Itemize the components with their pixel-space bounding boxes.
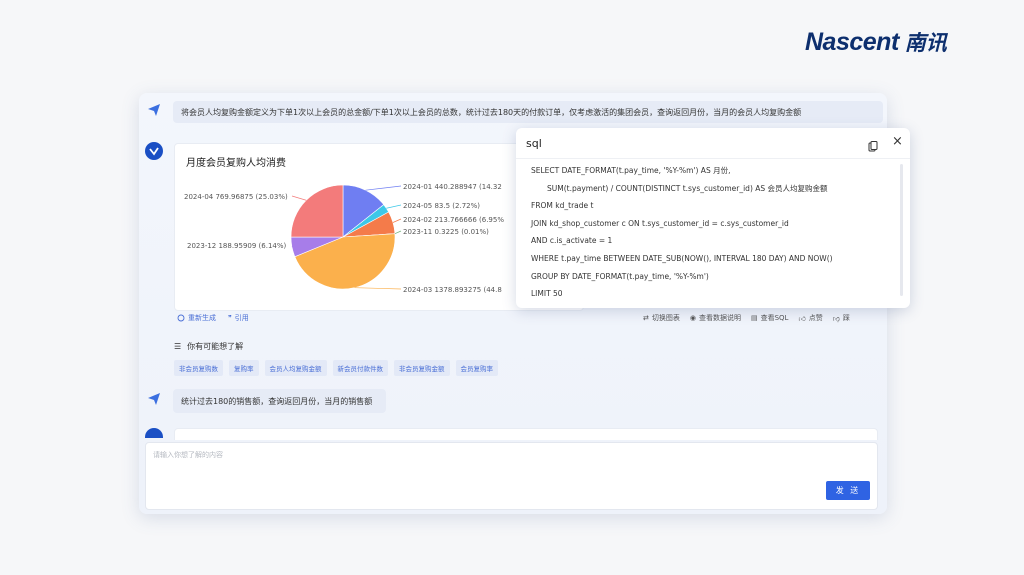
- brand-name-cn: 南讯: [904, 31, 947, 55]
- sql-line: AND c.is_activate = 1: [531, 236, 613, 246]
- refresh-icon: [177, 314, 185, 322]
- sql-line: SUM(t.payment) / COUNT(DISTINCT t.sys_cu…: [547, 183, 828, 193]
- suggestion-chip[interactable]: 新会员付款件数: [332, 360, 388, 376]
- dislike-label: 踩: [842, 314, 850, 322]
- eye-icon: ◉: [689, 314, 696, 322]
- sql-line: JOIN kd_shop_customer c ON t.sys_custome…: [531, 218, 789, 228]
- pie-label: 2023-11 0.3225 (0.01%): [403, 228, 489, 236]
- regenerate-label: 重新生成: [188, 314, 216, 322]
- pie-label: 2024-02 213.766666 (6.95%: [403, 216, 504, 224]
- pie-slice-2024-04[interactable]: [290, 184, 344, 238]
- close-icon[interactable]: ×: [892, 134, 903, 149]
- sql-divider: [516, 158, 910, 159]
- bot-avatar-icon: [145, 142, 163, 160]
- pie-label: 2024-05 83.5 (2.72%): [403, 202, 480, 210]
- thumbs-down-icon: 👎︎: [832, 314, 840, 323]
- switch-chart-label: 切换图表: [651, 314, 680, 322]
- suggestion-chip[interactable]: 复购率: [229, 360, 259, 376]
- send-button[interactable]: 发 送: [826, 481, 870, 500]
- pie-label: 2024-01 440.288947 (14.32: [403, 183, 502, 191]
- regenerate-button[interactable]: 重新生成: [177, 313, 216, 323]
- sql-panel-title: sql: [526, 137, 542, 150]
- sql-scrollbar[interactable]: [900, 164, 903, 296]
- switch-icon: ⇄: [643, 314, 649, 322]
- pie-label-leader: [291, 195, 307, 201]
- pie-label-leader: [394, 230, 402, 235]
- brand-logo: Nascent 南讯: [805, 28, 947, 56]
- sql-line: WHERE t.pay_time BETWEEN DATE_SUB(NOW(),…: [531, 253, 833, 263]
- chat-input-box: 发 送: [145, 442, 878, 510]
- pie-label: 2024-03 1378.893275 (44.8: [403, 286, 502, 294]
- pie-label-leader: [365, 185, 402, 191]
- suggestion-chips: 非会员复购数 复购率 会员人均复购金额 新会员付款件数 非会员复购金额 会员复购…: [174, 360, 498, 376]
- chat-input[interactable]: [153, 450, 813, 470]
- next-response-card: [174, 428, 878, 440]
- list-icon: ☰: [174, 342, 182, 351]
- sql-icon: ▤: [750, 314, 758, 322]
- copy-icon[interactable]: [868, 137, 878, 156]
- quote-icon: ❞: [228, 314, 232, 322]
- message-actions-right: ⇄ 切换图表 ◉ 查看数据说明 ▤ 查看SQL 👍︎ 点赞 👎︎ 踩: [643, 313, 850, 323]
- sql-line: FROM kd_trade t: [531, 201, 594, 211]
- sql-line: LIMIT 50: [531, 289, 563, 299]
- user-send-icon: [145, 390, 163, 408]
- suggestion-chip[interactable]: 会员复购率: [455, 360, 498, 376]
- suggestions-header: ☰ 你有可能想了解: [174, 341, 243, 352]
- user-message-2: 统计过去180的销售额，查询返回月份，当月的销售额: [173, 389, 386, 413]
- switch-chart-button[interactable]: ⇄ 切换图表: [643, 313, 680, 323]
- message-actions-left: 重新生成 ❞ 引用: [177, 313, 249, 323]
- view-sql-label: 查看SQL: [760, 314, 789, 322]
- brand-name: Nascent: [805, 27, 899, 56]
- pie-label: 2024-04 769.96875 (25.03%): [184, 193, 288, 201]
- dislike-button[interactable]: 👎︎ 踩: [833, 313, 850, 323]
- suggestions-title: 你有可能想了解: [187, 342, 244, 351]
- sql-line: SELECT DATE_FORMAT(t.pay_time, '%Y-%m') …: [531, 166, 731, 175]
- sql-code: SELECT DATE_FORMAT(t.pay_time, '%Y-%m') …: [531, 162, 899, 303]
- quote-label: 引用: [234, 314, 249, 322]
- suggestion-chip[interactable]: 会员人均复购金额: [264, 360, 327, 376]
- pie-label-leader: [354, 287, 402, 290]
- like-label: 点赞: [808, 314, 823, 322]
- suggestion-chip[interactable]: 非会员复购数: [174, 360, 223, 376]
- suggestion-chip[interactable]: 非会员复购金额: [394, 360, 450, 376]
- view-data-desc-label: 查看数据说明: [698, 314, 741, 322]
- thumbs-up-icon: 👍︎: [798, 314, 806, 323]
- pie-label: 2023-12 188.95909 (6.14%): [187, 242, 287, 250]
- user-message-1: 将会员人均复购金额定义为下单1次以上会员的总金额/下单1次以上会员的总数，统计过…: [173, 101, 883, 123]
- pie-label-leader: [392, 218, 402, 223]
- quote-button[interactable]: ❞ 引用: [228, 313, 249, 323]
- user-send-icon: [145, 101, 163, 119]
- view-data-desc-button[interactable]: ◉ 查看数据说明: [690, 313, 741, 323]
- pie-label-leader: [386, 204, 402, 209]
- like-button[interactable]: 👍︎ 点赞: [798, 313, 822, 323]
- sql-panel: sql × SELECT DATE_FORMAT(t.pay_time, '%Y…: [516, 128, 910, 308]
- sql-line: GROUP BY DATE_FORMAT(t.pay_time, '%Y-%m'…: [531, 271, 709, 281]
- view-sql-button[interactable]: ▤ 查看SQL: [751, 313, 788, 323]
